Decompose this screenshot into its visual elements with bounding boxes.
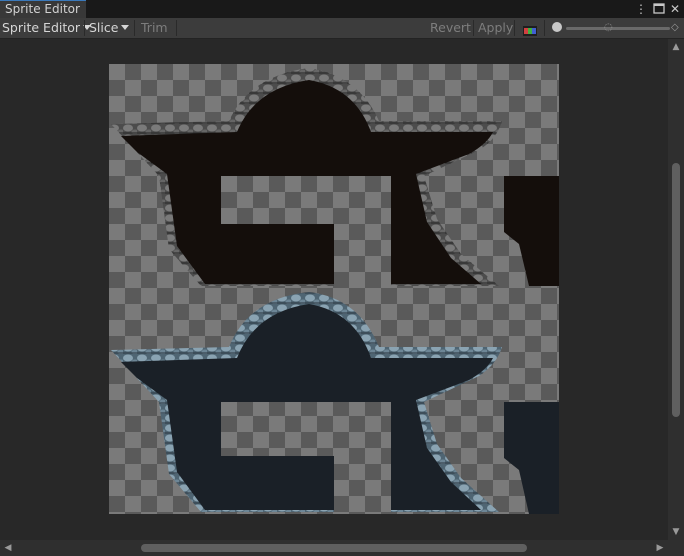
vertical-scrollbar[interactable]: ▲ ▼ bbox=[668, 39, 684, 540]
close-icon[interactable]: ✕ bbox=[667, 1, 683, 17]
tab-sprite-editor[interactable]: Sprite Editor bbox=[0, 0, 86, 18]
sprite-tileset-image bbox=[111, 68, 559, 514]
toolbar-divider bbox=[514, 20, 515, 36]
toolbar-divider bbox=[473, 20, 474, 36]
apply-button[interactable]: Apply bbox=[478, 18, 513, 38]
zoom-slider-track[interactable] bbox=[566, 27, 670, 30]
slice-dropdown[interactable]: Slice bbox=[89, 18, 130, 38]
scroll-down-icon[interactable]: ▼ bbox=[670, 527, 682, 537]
horizontal-scrollbar-thumb[interactable] bbox=[141, 544, 527, 552]
toolbar-divider bbox=[134, 20, 135, 36]
slice-dropdown-label: Slice bbox=[89, 20, 119, 35]
horizontal-scrollbar[interactable]: ◀ ▶ bbox=[0, 540, 684, 556]
window-titlebar: Sprite Editor ⋮ ✕ bbox=[0, 0, 684, 18]
vertical-dots-icon[interactable]: ⋮ bbox=[633, 1, 649, 17]
vertical-scrollbar-thumb[interactable] bbox=[672, 163, 680, 417]
trim-button[interactable]: Trim bbox=[141, 18, 168, 38]
revert-button[interactable]: Revert bbox=[430, 18, 471, 38]
toolbar-divider bbox=[176, 20, 177, 36]
sprite-canvas[interactable] bbox=[0, 39, 684, 540]
sprite-editor-dropdown-label: Sprite Editor bbox=[2, 20, 81, 35]
sprite-editor-dropdown[interactable]: Sprite Editor bbox=[2, 18, 92, 38]
mip-level-icon: ◌ bbox=[604, 22, 613, 33]
scroll-up-icon[interactable]: ▲ bbox=[670, 42, 682, 52]
toolbar-divider bbox=[84, 20, 85, 36]
toolbar-divider bbox=[544, 20, 545, 36]
sprite-texture[interactable] bbox=[109, 64, 559, 514]
scroll-left-icon[interactable]: ◀ bbox=[2, 543, 14, 553]
mip-level-max-icon: ◇ bbox=[671, 22, 679, 33]
toolbar: Sprite Editor Slice Trim Revert Apply ◌ … bbox=[0, 18, 684, 39]
scroll-right-icon[interactable]: ▶ bbox=[654, 543, 666, 553]
chevron-down-icon bbox=[121, 25, 130, 30]
maximize-icon[interactable] bbox=[651, 1, 667, 17]
zoom-slider-thumb[interactable] bbox=[552, 22, 562, 32]
